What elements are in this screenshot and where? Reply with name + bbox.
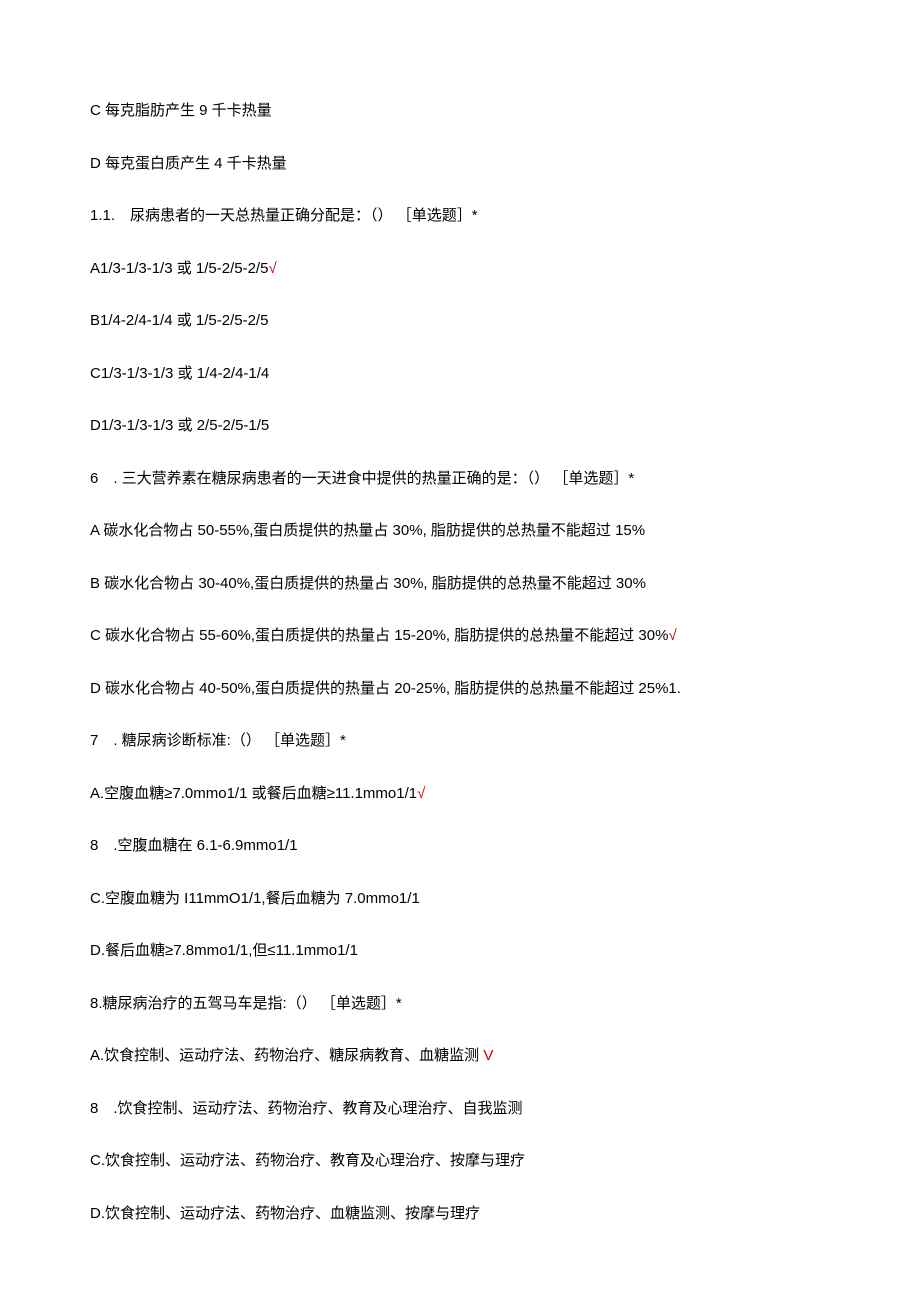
check-mark: √ (268, 260, 276, 277)
option-b-q6: B 碳水化合物占 30-40%,蛋白质提供的热量占 30%, 脂肪提供的总热量不… (90, 573, 830, 596)
line-text: D1/3-1/3-1/3 或 2/5-2/5-1/5 (90, 417, 269, 434)
line-text: 6 . 三大营养素在糖尿病患者的一天进食中提供的热量正确的是：（） ［单选题］* (90, 470, 634, 487)
option-c-q8: C.饮食控制、运动疗法、药物治疗、教育及心理治疗、按摩与理疗 (90, 1150, 830, 1173)
line-text: 8.糖尿病治疗的五驾马车是指:（） ［单选题］* (90, 995, 402, 1012)
question-8: 8.糖尿病治疗的五驾马车是指:（） ［单选题］* (90, 993, 830, 1016)
option-c-q6: C 碳水化合物占 55-60%,蛋白质提供的热量占 15-20%, 脂肪提供的总… (90, 625, 830, 648)
line-text: D 每克蛋白质产生 4 千卡热量 (90, 155, 287, 172)
line-text: 7 . 糖尿病诊断标准:（） ［单选题］* (90, 732, 346, 749)
option-a-q6: A 碳水化合物占 50-55%,蛋白质提供的热量占 30%, 脂肪提供的总热量不… (90, 520, 830, 543)
option-a-q1: A1/3-1/3-1/3 或 1/5-2/5-2/5√ (90, 258, 830, 281)
option-b-q1: B1/4-2/4-1/4 或 1/5-2/5-2/5 (90, 310, 830, 333)
option-d-q7: D.餐后血糖≥7.8mmo1/1,但≤11.1mmo1/1 (90, 940, 830, 963)
line-text: A.空腹血糖≥7.0mmo1/1 或餐后血糖≥11.1mmo1/1 (90, 785, 417, 802)
line-text: A.饮食控制、运动疗法、药物治疗、糖尿病教育、血糖监测 (90, 1047, 483, 1064)
option-d-q8: D.饮食控制、运动疗法、药物治疗、血糖监测、按摩与理疗 (90, 1203, 830, 1226)
line-text: D.餐后血糖≥7.8mmo1/1,但≤11.1mmo1/1 (90, 942, 358, 959)
check-mark: V (483, 1047, 493, 1064)
line-text: C 每克脂肪产生 9 千卡热量 (90, 102, 272, 119)
line-text: C.空腹血糖为 I11mmO1/1,餐后血糖为 7.0mmo1/1 (90, 890, 420, 907)
question-1-1: 1.1. 尿病患者的一天总热量正确分配是：（） ［单选题］* (90, 205, 830, 228)
question-6: 6 . 三大营养素在糖尿病患者的一天进食中提供的热量正确的是：（） ［单选题］* (90, 468, 830, 491)
option-c-fat: C 每克脂肪产生 9 千卡热量 (90, 100, 830, 123)
line-text: C.饮食控制、运动疗法、药物治疗、教育及心理治疗、按摩与理疗 (90, 1152, 525, 1169)
line-text: B 碳水化合物占 30-40%,蛋白质提供的热量占 30%, 脂肪提供的总热量不… (90, 575, 646, 592)
line-text: 8 .空腹血糖在 6.1-6.9mmo1/1 (90, 837, 298, 854)
line-text: B1/4-2/4-1/4 或 1/5-2/5-2/5 (90, 312, 268, 329)
line-text: D.饮食控制、运动疗法、药物治疗、血糖监测、按摩与理疗 (90, 1205, 480, 1222)
option-8-q8: 8 .饮食控制、运动疗法、药物治疗、教育及心理治疗、自我监测 (90, 1098, 830, 1121)
line-text: D 碳水化合物占 40-50%,蛋白质提供的热量占 20-25%, 脂肪提供的总… (90, 680, 681, 697)
option-d-protein: D 每克蛋白质产生 4 千卡热量 (90, 153, 830, 176)
line-text: A1/3-1/3-1/3 或 1/5-2/5-2/5 (90, 260, 268, 277)
question-7: 7 . 糖尿病诊断标准:（） ［单选题］* (90, 730, 830, 753)
option-a-q7: A.空腹血糖≥7.0mmo1/1 或餐后血糖≥11.1mmo1/1√ (90, 783, 830, 806)
line-text: C 碳水化合物占 55-60%,蛋白质提供的热量占 15-20%, 脂肪提供的总… (90, 627, 668, 644)
line-text: 1.1. 尿病患者的一天总热量正确分配是：（） ［单选题］* (90, 207, 478, 224)
option-8-q7: 8 .空腹血糖在 6.1-6.9mmo1/1 (90, 835, 830, 858)
option-c-q1: C1/3-1/3-1/3 或 1/4-2/4-1/4 (90, 363, 830, 386)
line-text: 8 .饮食控制、运动疗法、药物治疗、教育及心理治疗、自我监测 (90, 1100, 523, 1117)
check-mark: √ (668, 627, 676, 644)
option-c-q7: C.空腹血糖为 I11mmO1/1,餐后血糖为 7.0mmo1/1 (90, 888, 830, 911)
option-d-q6: D 碳水化合物占 40-50%,蛋白质提供的热量占 20-25%, 脂肪提供的总… (90, 678, 830, 701)
check-mark: √ (417, 785, 425, 802)
line-text: C1/3-1/3-1/3 或 1/4-2/4-1/4 (90, 365, 269, 382)
line-text: A 碳水化合物占 50-55%,蛋白质提供的热量占 30%, 脂肪提供的总热量不… (90, 522, 645, 539)
option-a-q8: A.饮食控制、运动疗法、药物治疗、糖尿病教育、血糖监测 V (90, 1045, 830, 1068)
option-d-q1: D1/3-1/3-1/3 或 2/5-2/5-1/5 (90, 415, 830, 438)
